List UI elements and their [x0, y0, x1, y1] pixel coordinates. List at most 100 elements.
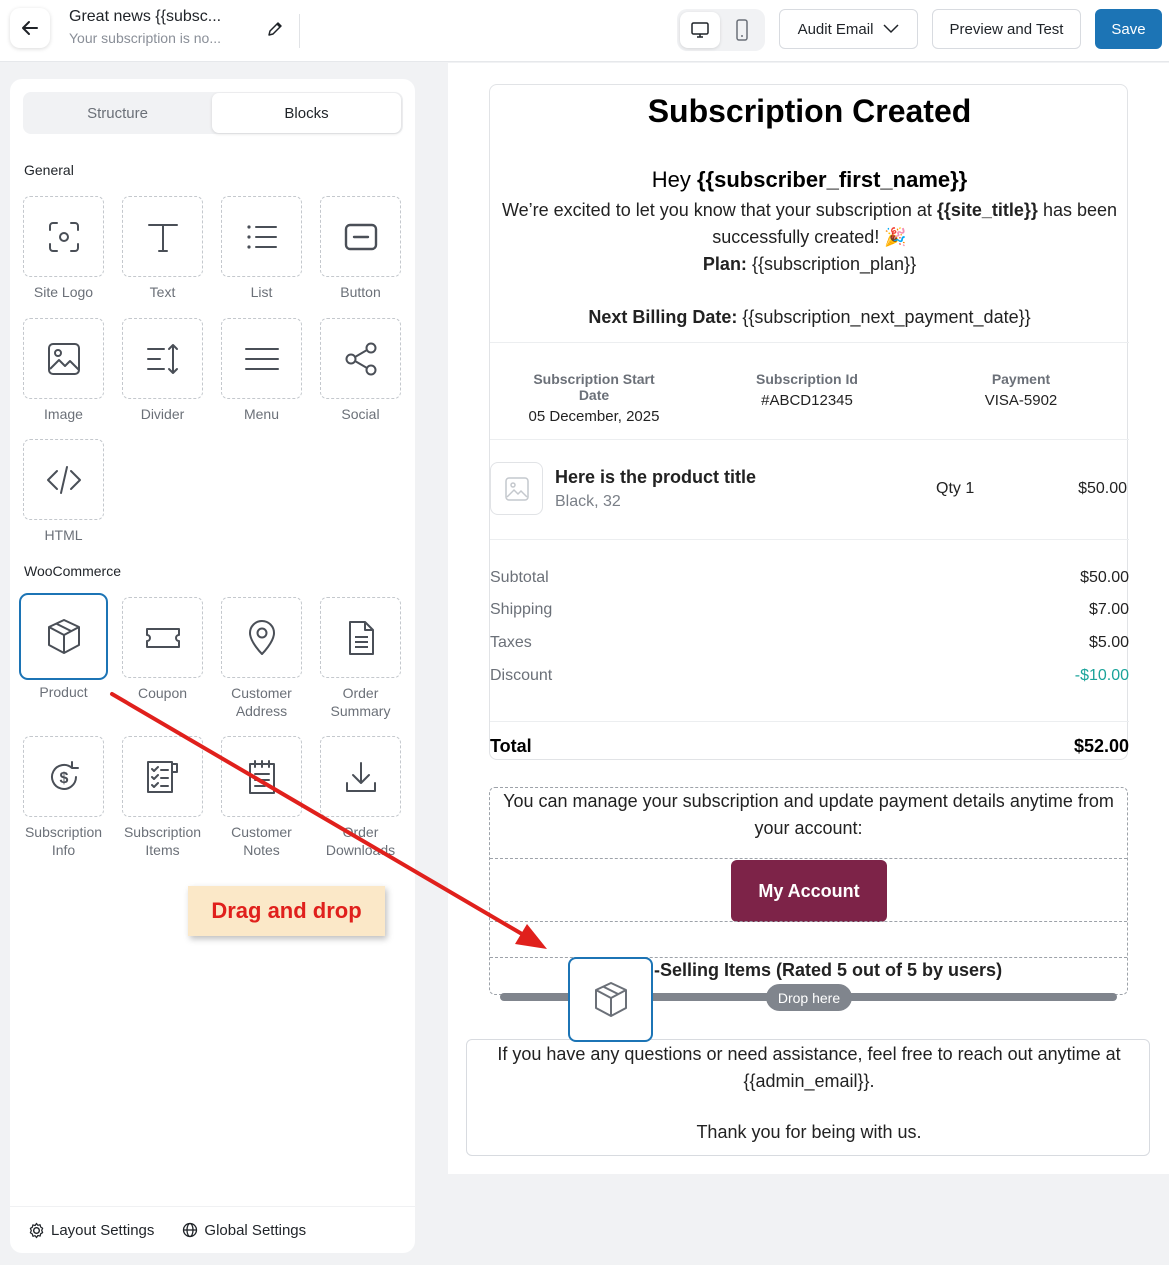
block-label: Divider	[140, 406, 185, 422]
row-divider	[490, 921, 1127, 922]
site-title-var: {{site_title}}	[936, 200, 1038, 220]
device-toggle	[677, 9, 765, 51]
block-order-summary[interactable]: Order Summary	[311, 597, 410, 720]
desktop-view-button[interactable]	[680, 12, 720, 48]
share-icon	[345, 342, 376, 375]
mobile-view-button[interactable]	[722, 12, 762, 48]
block-site-logo[interactable]: Site Logo	[14, 196, 113, 301]
box-icon	[594, 981, 627, 1017]
gear-icon	[29, 1222, 44, 1238]
woocommerce-section-label: WooCommerce	[24, 563, 121, 579]
block-order-downloads[interactable]: Order Downloads	[311, 736, 410, 859]
best-selling-heading: -Selling Items (Rated 5 out of 5 by user…	[654, 960, 1003, 980]
block-subscription-items[interactable]: Subscription Items	[113, 736, 212, 859]
drag-and-drop-callout: Drag and drop	[188, 886, 385, 936]
total-value: $52.00	[1073, 736, 1129, 756]
block-label: Menu	[243, 406, 280, 422]
meta-head: Subscription Start Date	[533, 371, 655, 403]
summary-label: Subtotal	[490, 569, 549, 586]
total-label: Total	[490, 736, 532, 756]
image-placeholder-icon	[504, 476, 529, 501]
greeting-text: Hey	[651, 167, 697, 192]
summary-label: Taxes	[490, 634, 532, 651]
block-list[interactable]: List	[212, 196, 311, 301]
email-footer-section[interactable]: If you have any questions or need assist…	[466, 1039, 1150, 1156]
audit-email-label: Audit Email	[797, 20, 874, 38]
block-label: List	[250, 284, 273, 300]
block-label: Subscription Items	[123, 824, 202, 858]
footer-thanks: Thank you for being with us.	[696, 1122, 922, 1142]
summary-label: Shipping	[490, 601, 553, 618]
general-section-label: General	[24, 162, 74, 178]
top-bar: Great news {{subsc... Your subscription …	[0, 0, 1169, 62]
greeting: Hey {{subscriber_first_name}}	[490, 167, 1129, 193]
global-settings-button[interactable]: Global Settings	[182, 1222, 306, 1239]
meta-value: 05 December, 2025	[528, 408, 660, 425]
block-text[interactable]: Text	[113, 196, 212, 301]
block-label: Subscription Info	[24, 824, 103, 858]
block-menu[interactable]: Menu	[212, 318, 311, 423]
block-label: Customer Notes	[231, 824, 292, 858]
dragged-product-block[interactable]	[568, 957, 653, 1042]
product-qty: Qty 1	[936, 480, 975, 497]
back-button[interactable]	[10, 8, 50, 48]
email-subtitle: Your subscription is no...	[69, 30, 222, 46]
layout-settings-button[interactable]: Layout Settings	[28, 1222, 154, 1239]
button-icon	[344, 223, 377, 250]
block-product[interactable]: Product	[14, 593, 113, 701]
billing-value: {{subscription_next_payment_date}}	[737, 307, 1031, 327]
location-pin-icon	[248, 619, 275, 655]
ticket-icon	[145, 627, 180, 648]
chevron-down-icon	[883, 24, 899, 34]
global-settings-label: Global Settings	[204, 1221, 307, 1239]
summary-label: Discount	[490, 667, 553, 684]
drop-here-label: Drop here	[766, 984, 852, 1011]
block-customer-address[interactable]: Customer Address	[212, 597, 311, 720]
manage-text: You can manage your subscription and upd…	[503, 791, 1114, 838]
plan-value: {{subscription_plan}}	[746, 254, 917, 274]
save-button[interactable]: Save	[1095, 9, 1162, 49]
block-divider[interactable]: Divider	[113, 318, 212, 423]
email-body-card[interactable]: Subscription Created Hey {{subscriber_fi…	[489, 84, 1129, 760]
tab-structure[interactable]: Structure	[23, 93, 212, 133]
preview-and-test-button[interactable]: Preview and Test	[932, 9, 1081, 49]
download-icon	[345, 761, 376, 792]
divider	[299, 14, 300, 48]
site-logo-icon	[48, 221, 79, 252]
audit-email-button[interactable]: Audit Email	[779, 9, 918, 49]
intro-paragraph: We’re excited to let you know that your …	[496, 197, 1123, 278]
block-customer-notes[interactable]: Customer Notes	[212, 736, 311, 859]
block-social[interactable]: Social	[311, 318, 410, 423]
block-coupon[interactable]: Coupon	[113, 597, 212, 702]
tab-blocks[interactable]: Blocks	[212, 93, 401, 133]
block-label: Social	[341, 406, 380, 422]
block-label: Site Logo	[33, 284, 94, 300]
meta-value: VISA-5902	[984, 392, 1058, 409]
summary-value: $50.00	[1080, 569, 1129, 586]
text-icon	[147, 223, 178, 252]
my-account-button[interactable]: My Account	[731, 860, 887, 922]
meta-start-date: Subscription Start Date 05 December, 202…	[519, 371, 669, 425]
intro-text: We’re excited to let you know that your …	[501, 200, 937, 220]
block-label: Coupon	[137, 685, 188, 701]
summary-value: $5.00	[1088, 634, 1129, 651]
block-label: Image	[44, 406, 83, 422]
block-label: HTML	[44, 527, 83, 543]
block-html[interactable]: HTML	[14, 439, 113, 544]
block-label: Order Downloads	[325, 824, 396, 858]
block-subscription-info[interactable]: $ Subscription Info	[14, 736, 113, 859]
meta-value: #ABCD12345	[761, 392, 853, 409]
list-icon	[246, 224, 277, 249]
panel-tabs: Structure Blocks	[23, 92, 403, 134]
summary-value: $7.00	[1088, 601, 1129, 618]
product-title: Here is the product title	[555, 467, 757, 487]
edit-title-button[interactable]	[264, 18, 286, 40]
block-label: Button	[340, 284, 381, 300]
block-image[interactable]: Image	[14, 318, 113, 423]
product-variant: Black, 32	[555, 493, 621, 510]
row-divider	[490, 858, 1127, 859]
summary-value: -$10.00	[1074, 667, 1129, 684]
email-heading: Subscription Created	[647, 93, 972, 129]
block-button[interactable]: Button	[311, 196, 410, 301]
svg-text:$: $	[59, 770, 68, 787]
